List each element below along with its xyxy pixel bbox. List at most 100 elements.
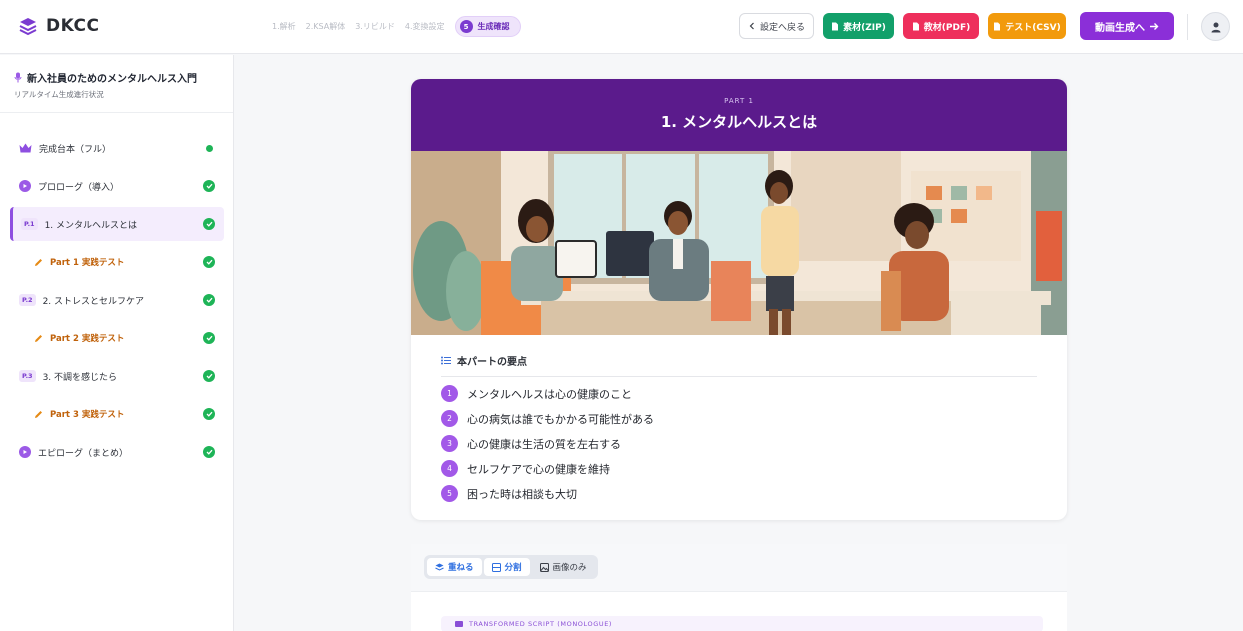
sidebar-item-label: 3. 不調を感じたら	[42, 372, 118, 383]
sidebar-item-label: Part 2 実践テスト	[50, 334, 125, 344]
sidebar-item-part-3[interactable]: P.3 3. 不調を感じたら	[10, 359, 224, 393]
part-badge: P.2	[19, 294, 36, 306]
pencil-icon	[35, 334, 42, 342]
check-icon	[203, 180, 215, 192]
pencil-icon	[35, 258, 42, 266]
app-logo[interactable]: DKCC	[18, 16, 99, 36]
part-header: PART 1 1. メンタルヘルスとは	[411, 79, 1067, 151]
part-label: PART 1	[724, 97, 754, 105]
chevron-left-icon	[749, 22, 754, 30]
part-card: PART 1 1. メンタルヘルスとは 本パートの要点 1 メンタルヘルスは心の…	[411, 79, 1067, 520]
step-4[interactable]: 4.変換設定	[405, 21, 445, 32]
step-5-label: 生成確認	[477, 22, 510, 31]
go-to-video-generation-button[interactable]: 動画生成へ	[1080, 12, 1174, 40]
sidebar-item-part-3-test[interactable]: Part 3 実践テスト	[10, 397, 224, 431]
back-label: 設定へ戻る	[759, 22, 805, 33]
view-overlay-button[interactable]: 重ねる	[427, 558, 482, 576]
key-point-item: 4 セルフケアで心の健康を維持	[441, 460, 1037, 477]
check-icon	[203, 408, 215, 420]
download-pdf-button[interactable]: 教材(PDF)	[903, 13, 979, 39]
key-point-item: 2 心の病気は誰でもかかる可能性がある	[441, 410, 1037, 427]
key-point-item: 5 困った時は相談も大切	[441, 485, 1037, 502]
sidebar-item-label: 2. ストレスとセルフケア	[42, 296, 145, 307]
microphone-icon	[14, 72, 22, 83]
view-overlay-label: 重ねる	[448, 563, 474, 573]
sidebar-item-epilogue[interactable]: エピローグ（まとめ）	[10, 435, 224, 469]
transformed-script-header: TRANSFORMED SCRIPT (MONOLOGUE)	[441, 616, 1043, 631]
step-1[interactable]: 1.解析	[272, 21, 296, 32]
app-name: DKCC	[46, 16, 100, 36]
sidebar-item-prologue[interactable]: プロローグ（導入）	[10, 169, 224, 203]
step-number-badge: 5	[459, 20, 473, 33]
back-to-settings-button[interactable]: 設定へ戻る	[739, 13, 814, 39]
point-text: メンタルヘルスは心の健康のこと	[467, 387, 632, 401]
download-zip-button[interactable]: 素材(ZIP)	[823, 13, 894, 39]
key-point-item: 3 心の健康は生活の質を左右する	[441, 435, 1037, 452]
course-subtitle: リアルタイム生成進行状況	[14, 90, 104, 99]
part-badge: P.1	[21, 218, 38, 230]
top-header: DKCC 1.解析 2.KSA解体 3.リビルド 4.変換設定 5 生成確認 設…	[0, 0, 1243, 54]
view-split-label: 分割	[504, 563, 522, 573]
step-5-active[interactable]: 5 生成確認	[454, 16, 521, 37]
file-icon	[912, 22, 919, 30]
crown-icon	[19, 143, 32, 153]
point-text: 心の病気は誰でもかかる可能性がある	[467, 412, 654, 426]
progress-steps: 1.解析 2.KSA解体 3.リビルド 4.変換設定 5 生成確認	[272, 16, 521, 37]
sidebar-item-label: 1. メンタルヘルスとは	[44, 220, 138, 231]
step-2[interactable]: 2.KSA解体	[306, 21, 346, 32]
view-image-only-button[interactable]: 画像のみ	[532, 558, 595, 576]
sidebar-item-label: エピローグ（まとめ）	[38, 448, 129, 459]
file-icon	[832, 22, 839, 30]
sidebar-item-part-1-test[interactable]: Part 1 実践テスト	[10, 245, 224, 279]
sidebar-item-part-2-test[interactable]: Part 2 実践テスト	[10, 321, 224, 355]
key-points-header: 本パートの要点	[441, 353, 1037, 377]
point-text: 心の健康は生活の質を左右する	[467, 437, 621, 451]
list-icon	[441, 356, 451, 365]
point-text: 困った時は相談も大切	[467, 487, 577, 501]
check-icon	[203, 370, 215, 382]
point-number: 1	[441, 385, 458, 402]
check-icon	[203, 446, 215, 458]
point-number: 3	[441, 435, 458, 452]
header-divider	[1187, 14, 1188, 40]
view-toolbar: 重ねる 分割 画像のみ	[411, 544, 1067, 592]
check-icon	[203, 218, 215, 230]
course-title-row: 新入社員のためのメンタルヘルス入門	[14, 70, 219, 85]
user-icon	[1211, 22, 1220, 32]
video-label: 動画生成へ	[1095, 22, 1145, 34]
part-title: 1. メンタルヘルスとは	[660, 113, 818, 131]
sidebar-item-label: プロローグ（導入）	[38, 182, 120, 193]
view-image-only-label: 画像のみ	[552, 563, 587, 573]
part-badge: P.3	[19, 370, 36, 382]
key-point-item: 1 メンタルヘルスは心の健康のこと	[441, 385, 1037, 402]
script-panel: 重ねる 分割 画像のみ TRANSFORMED SCRIPT (MONOLOGU…	[411, 544, 1067, 631]
script-label: TRANSFORMED SCRIPT (MONOLOGUE)	[469, 620, 613, 628]
image-icon	[539, 562, 549, 572]
play-icon	[19, 446, 31, 458]
sidebar-item-label: 完成台本（フル）	[39, 144, 112, 155]
layers-icon	[435, 563, 444, 571]
layers-icon	[19, 18, 37, 36]
view-split-button[interactable]: 分割	[483, 558, 530, 576]
download-csv-button[interactable]: テスト(CSV)	[988, 13, 1066, 39]
point-number: 4	[441, 460, 458, 477]
sidebar-item-label: Part 1 実践テスト	[50, 258, 125, 268]
sidebar-item-part-1[interactable]: P.1 1. メンタルヘルスとは	[10, 207, 224, 241]
sidebar-item-part-2[interactable]: P.2 2. ストレスとセルフケア	[10, 283, 224, 317]
office-illustration	[411, 151, 1067, 335]
file-icon	[994, 22, 1001, 30]
step-3[interactable]: 3.リビルド	[355, 21, 395, 32]
user-avatar[interactable]	[1201, 12, 1230, 41]
sidebar-header: 新入社員のためのメンタルヘルス入門 リアルタイム生成進行状況	[0, 55, 233, 113]
point-number: 5	[441, 485, 458, 502]
split-icon	[491, 562, 501, 572]
sidebar: 新入社員のためのメンタルヘルス入門 リアルタイム生成進行状況 完成台本（フル） …	[0, 55, 234, 631]
sidebar-item-full-script[interactable]: 完成台本（フル）	[10, 131, 224, 165]
pdf-label: 教材(PDF)	[923, 22, 971, 33]
point-text: セルフケアで心の健康を維持	[467, 462, 610, 476]
csv-label: テスト(CSV)	[1005, 22, 1061, 33]
sidebar-item-label: Part 3 実践テスト	[50, 410, 125, 420]
zip-label: 素材(ZIP)	[843, 22, 886, 33]
status-dot-icon	[206, 144, 213, 152]
check-icon	[203, 256, 215, 268]
